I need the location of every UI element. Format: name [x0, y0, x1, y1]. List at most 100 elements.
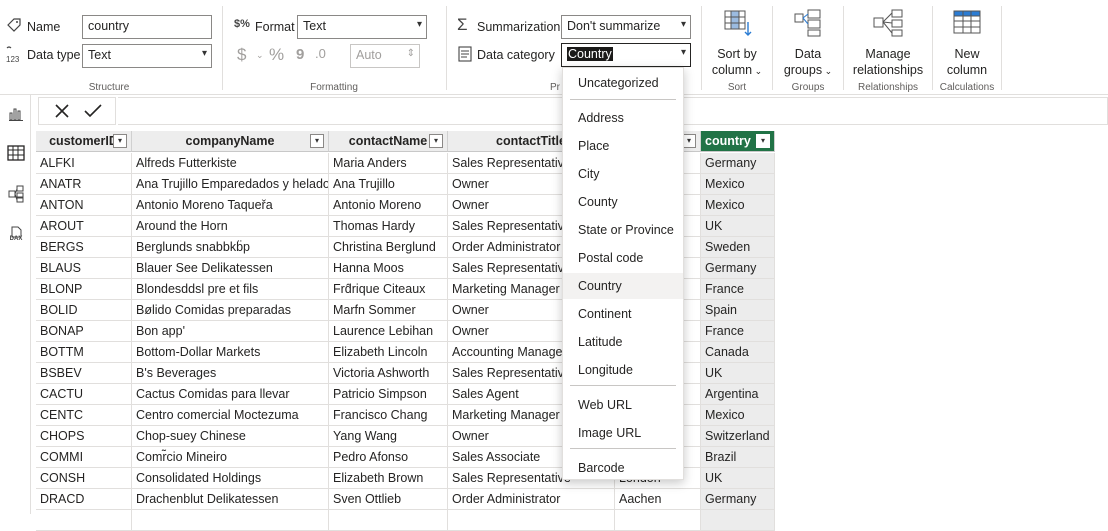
table-cell[interactable]	[615, 510, 701, 531]
model-view-button[interactable]	[5, 183, 27, 205]
table-cell[interactable]: ALFKI	[36, 153, 132, 174]
table-cell[interactable]: Blondesddsl pre et fils	[132, 279, 329, 300]
manage-relationships-button[interactable]: Manage relationships	[848, 8, 928, 78]
name-input[interactable]: country	[82, 15, 212, 39]
table-cell[interactable]: Mexico	[701, 195, 775, 216]
table-cell[interactable]	[329, 510, 448, 531]
table-cell[interactable]: Bølido Comidas preparadas	[132, 300, 329, 321]
filter-dropdown-icon[interactable]: ▾	[113, 134, 127, 148]
menu-item[interactable]: Latitude	[563, 329, 683, 355]
table-cell[interactable]: Ana Trujillo	[329, 174, 448, 195]
data-type-select[interactable]: Text ▾	[82, 44, 212, 68]
table-cell[interactable]: ANATR	[36, 174, 132, 195]
filter-dropdown-icon[interactable]: ▾	[310, 134, 324, 148]
menu-item[interactable]: Country	[563, 273, 683, 299]
table-cell[interactable]: Sven Ottlieb	[329, 489, 448, 510]
sort-by-column-button[interactable]: Sort by column ⌄	[707, 8, 767, 79]
decimal-places-icon[interactable]: .0	[315, 46, 326, 61]
filter-dropdown-icon[interactable]: ▾	[429, 134, 443, 148]
table-cell[interactable]: Elizabeth Lincoln	[329, 342, 448, 363]
comma-style-icon[interactable]: 9	[296, 46, 304, 63]
new-column-button[interactable]: New column	[937, 8, 997, 78]
table-cell[interactable]: Comr̃cio Mineiro	[132, 447, 329, 468]
table-cell[interactable]: Cactus Comidas para llevar	[132, 384, 329, 405]
table-cell[interactable]: Canada	[701, 342, 775, 363]
menu-item[interactable]: County	[563, 189, 683, 215]
column-header[interactable]: customerID ▾	[36, 131, 132, 152]
table-cell[interactable]: Brazil	[701, 447, 775, 468]
table-cell[interactable]: Drachenblut Delikatessen	[132, 489, 329, 510]
percent-icon[interactable]: %	[269, 45, 284, 65]
table-cell[interactable]: Pedro Afonso	[329, 447, 448, 468]
table-cell[interactable]	[448, 510, 615, 531]
table-cell[interactable]: B's Beverages	[132, 363, 329, 384]
table-cell[interactable]: Germany	[701, 489, 775, 510]
table-cell[interactable]: BONAP	[36, 321, 132, 342]
format-select[interactable]: Text ▾	[297, 15, 427, 39]
menu-item[interactable]: Place	[563, 133, 683, 159]
table-cell[interactable]: Chop-suey Chinese	[132, 426, 329, 447]
table-cell[interactable]	[36, 510, 132, 531]
table-cell[interactable]: Thomas Hardy	[329, 216, 448, 237]
cancel-icon[interactable]	[53, 102, 71, 123]
table-cell[interactable]: Antonio Moreno	[329, 195, 448, 216]
menu-item[interactable]: Web URL	[563, 392, 683, 418]
table-cell[interactable]: BOLID	[36, 300, 132, 321]
table-cell[interactable]: Mexico	[701, 405, 775, 426]
table-cell[interactable]: Hanna Moos	[329, 258, 448, 279]
table-cell[interactable]: UK	[701, 363, 775, 384]
chevron-down-icon[interactable]: ⌄	[256, 50, 264, 61]
table-cell[interactable]: CACTU	[36, 384, 132, 405]
data-groups-button[interactable]: Data groups ⌄	[778, 8, 838, 79]
table-cell[interactable]: BERGS	[36, 237, 132, 258]
menu-item[interactable]: State or Province	[563, 217, 683, 243]
table-cell[interactable]: France	[701, 279, 775, 300]
table-cell[interactable]: COMMI	[36, 447, 132, 468]
table-cell[interactable]: UK	[701, 216, 775, 237]
menu-item[interactable]: Barcode	[563, 455, 683, 481]
table-cell[interactable]: Patricio Simpson	[329, 384, 448, 405]
table-cell[interactable]: Switzerland	[701, 426, 775, 447]
filter-dropdown-icon[interactable]: ▾	[756, 134, 770, 148]
menu-item[interactable]: Postal code	[563, 245, 683, 271]
menu-item[interactable]: Continent	[563, 301, 683, 327]
currency-icon[interactable]: $	[237, 45, 246, 65]
table-cell[interactable]: Centro comercial Moctezuma	[132, 405, 329, 426]
summarization-select[interactable]: Don't summarize ▾	[561, 15, 691, 39]
table-cell[interactable]: CONSH	[36, 468, 132, 489]
table-cell[interactable]: Frd̂rique Citeaux	[329, 279, 448, 300]
table-cell[interactable]: Germany	[701, 153, 775, 174]
table-cell[interactable]: AROUT	[36, 216, 132, 237]
table-cell[interactable]: Sweden	[701, 237, 775, 258]
table-cell[interactable]	[132, 510, 329, 531]
table-cell[interactable]: CENTC	[36, 405, 132, 426]
dax-query-view-button[interactable]: DAX	[5, 223, 27, 245]
menu-item[interactable]: City	[563, 161, 683, 187]
table-cell[interactable]: Maria Anders	[329, 153, 448, 174]
table-cell[interactable]: Blauer See Delikatessen	[132, 258, 329, 279]
table-cell[interactable]: Order Administrator	[448, 489, 615, 510]
table-cell[interactable]: DRACD	[36, 489, 132, 510]
table-cell[interactable]: Francisco Chang	[329, 405, 448, 426]
data-category-select[interactable]: Country ▾	[561, 43, 691, 67]
table-cell[interactable]: ANTON	[36, 195, 132, 216]
decimal-places-input[interactable]: Auto ⇕	[350, 44, 420, 68]
table-cell[interactable]: Antonio Moreno Taqueřa	[132, 195, 329, 216]
table-cell[interactable]: Consolidated Holdings	[132, 468, 329, 489]
data-view-button[interactable]	[5, 142, 27, 164]
commit-icon[interactable]	[83, 102, 103, 123]
table-cell[interactable]	[701, 510, 775, 531]
table-cell[interactable]: Spain	[701, 300, 775, 321]
table-cell[interactable]: Victoria Ashworth	[329, 363, 448, 384]
menu-item[interactable]: Image URL	[563, 420, 683, 446]
table-cell[interactable]: Mexico	[701, 174, 775, 195]
column-header[interactable]: contactName ▾	[329, 131, 448, 152]
table-cell[interactable]: BLONP	[36, 279, 132, 300]
table-cell[interactable]: Laurence Lebihan	[329, 321, 448, 342]
column-header[interactable]: companyName ▾	[132, 131, 329, 152]
table-cell[interactable]: Elizabeth Brown	[329, 468, 448, 489]
table-cell[interactable]: CHOPS	[36, 426, 132, 447]
table-cell[interactable]: Germany	[701, 258, 775, 279]
table-cell[interactable]: Around the Horn	[132, 216, 329, 237]
filter-dropdown-icon[interactable]: ▾	[682, 134, 696, 148]
